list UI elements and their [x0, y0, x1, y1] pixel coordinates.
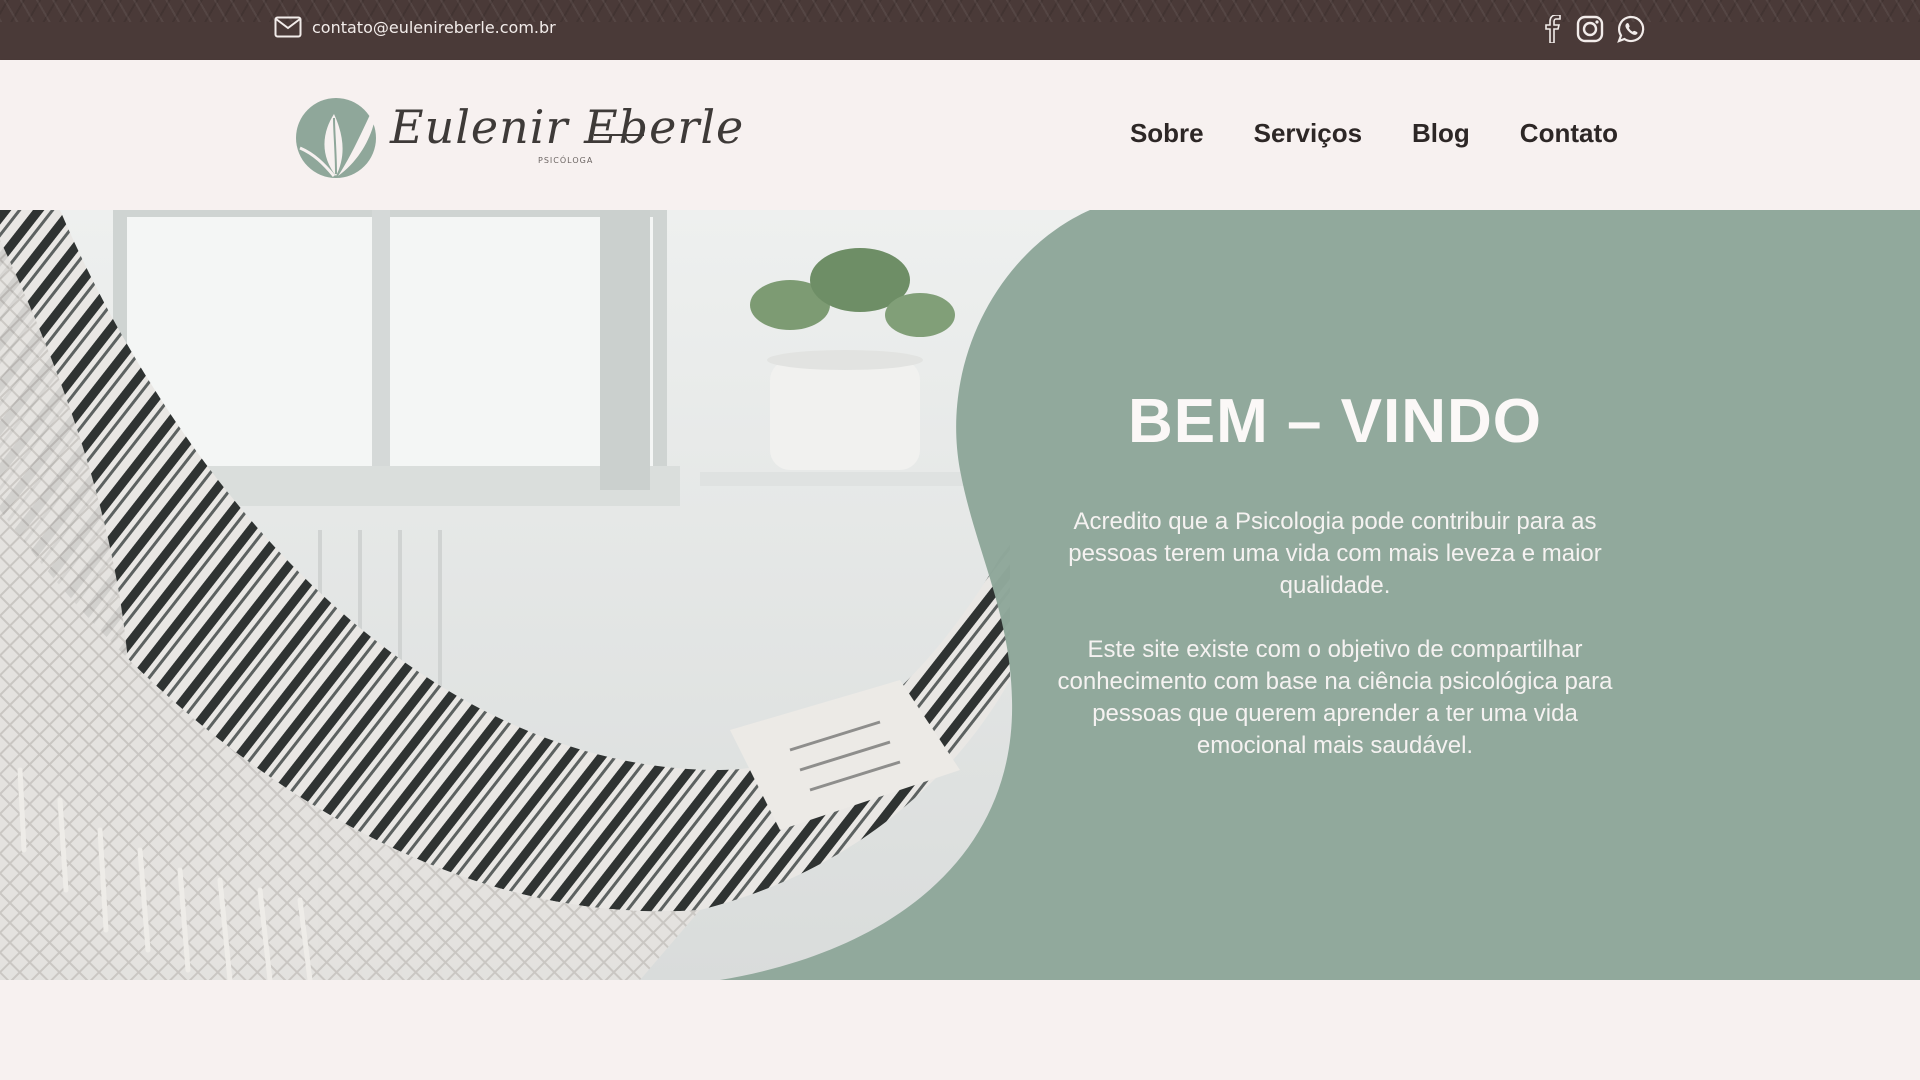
mail-icon	[274, 16, 302, 38]
nav-sobre[interactable]: Sobre	[1130, 118, 1204, 149]
sage-blob	[720, 210, 1920, 980]
logo[interactable]: Eulenir Eberle PSICÓLOGA	[294, 90, 743, 182]
page-bottom-strip	[0, 980, 1920, 1080]
hero-title: BEM – VINDO	[1127, 387, 1543, 456]
nav-servicos[interactable]: Serviços	[1254, 118, 1362, 149]
logo-line	[594, 134, 644, 136]
hero-content: BEM – VINDO Acredito que a Psicologia po…	[1050, 210, 1620, 980]
nav-blog[interactable]: Blog	[1412, 118, 1470, 149]
instagram-icon[interactable]	[1576, 15, 1604, 47]
logo-name: Eulenir Eberle	[390, 100, 745, 154]
hero-paragraph-1: Acredito que a Psicologia pode contribui…	[1068, 508, 1602, 599]
logo-subtitle: PSICÓLOGA	[538, 156, 594, 165]
whatsapp-icon[interactable]	[1616, 14, 1646, 48]
email-text: contato@eulenireberle.com.br	[312, 17, 556, 37]
facebook-icon[interactable]	[1542, 14, 1564, 47]
leaf-logo-icon	[296, 98, 377, 178]
hero-section: BEM – VINDO Acredito que a Psicologia po…	[0, 210, 1920, 980]
site-header: Eulenir Eberle PSICÓLOGA Sobre Serviços …	[0, 60, 1920, 210]
social-links	[1542, 14, 1646, 48]
nav-contato[interactable]: Contato	[1520, 118, 1618, 149]
top-bar: contato@eulenireberle.com.br	[0, 0, 1920, 60]
main-nav: Sobre Serviços Blog Contato	[1130, 118, 1618, 149]
hero-paragraph-2: Este site existe com o objetivo de compa…	[1057, 636, 1613, 759]
email-link[interactable]: contato@eulenireberle.com.br	[274, 16, 556, 38]
